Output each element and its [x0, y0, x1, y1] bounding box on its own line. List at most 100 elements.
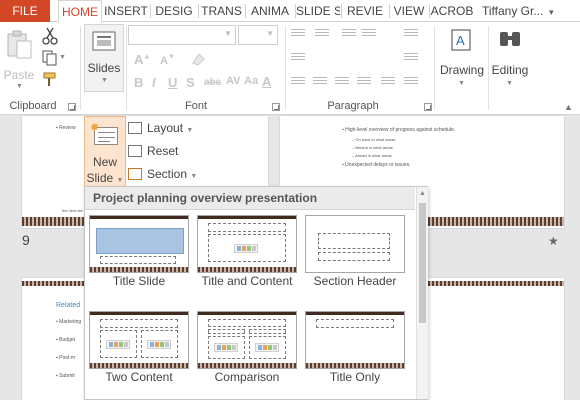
text-direction-icon[interactable] [404, 29, 418, 40]
font-launcher-icon[interactable] [272, 103, 280, 111]
tab-transitions[interactable]: TRANS [199, 0, 244, 22]
tab-design[interactable]: DESIG [151, 0, 197, 22]
chevron-down-icon: ▼ [186, 127, 194, 134]
title-placeholder [208, 319, 286, 327]
font-size-up-icon[interactable]: A▲ [134, 52, 150, 67]
scrollbar-thumb[interactable] [419, 203, 426, 323]
collapse-ribbon-icon[interactable]: ▲ [564, 102, 573, 112]
copy-button[interactable]: ▼ [42, 50, 66, 66]
character-spacing-button[interactable]: AV [226, 75, 240, 87]
chevron-down-icon: ▼ [16, 83, 23, 90]
justify-icon[interactable] [357, 77, 371, 88]
paste-icon [7, 30, 32, 59]
tile-bottom-bar [90, 267, 188, 272]
clear-formatting-icon[interactable] [190, 51, 206, 70]
user-name: Tiffany Gr... [482, 4, 544, 18]
layout-comparison[interactable] [197, 311, 297, 369]
slides-icon [92, 31, 116, 51]
ribbon-tab-bar: FILE HOME INSERT DESIG TRANS ANIMA SLIDE… [0, 0, 580, 23]
slide-bullet: – On track in what areas [352, 137, 396, 142]
slide-heading: Related [56, 302, 81, 309]
slides-label: Slides [87, 61, 121, 75]
cut-button[interactable] [42, 27, 60, 45]
slide-bullet: ▪ Submit [56, 373, 75, 379]
italic-button[interactable]: I [152, 75, 156, 90]
ribbon-home: Paste ▼ ▼ Clipboard Slides ▼ ▼ ▼ A▲ A▼ B… [0, 22, 580, 115]
line-spacing-icon[interactable] [291, 53, 305, 64]
layout-gallery: Project planning overview presentation ▲… [84, 186, 428, 400]
layout-label: Comparison [214, 370, 280, 384]
drawing-button[interactable]: A Drawing ▼ [438, 26, 486, 92]
slide-stripe [428, 281, 564, 286]
layout-title-slide[interactable] [89, 215, 189, 273]
paste-label: Paste [3, 68, 35, 82]
font-size-down-icon[interactable]: A▼ [160, 52, 175, 67]
chevron-down-icon: ▼ [224, 29, 232, 38]
tab-file[interactable]: FILE [0, 0, 50, 22]
tab-home[interactable]: HOME [58, 0, 102, 23]
layout-two-content[interactable] [89, 311, 189, 369]
layout-label: Two Content [105, 370, 173, 384]
heading-placeholder-left [208, 329, 245, 334]
align-text-icon[interactable] [404, 53, 418, 64]
tile-bottom-bar [90, 363, 188, 368]
editing-button[interactable]: Editing ▼ [490, 26, 530, 92]
gallery-scrollbar[interactable]: ▲ [416, 187, 428, 399]
font-group-label: Font [184, 100, 207, 112]
slide-footnote: the next ste [62, 208, 83, 213]
chevron-down-icon: ▼ [547, 8, 556, 17]
animation-star-icon: ★ [548, 234, 559, 248]
underline-button[interactable]: U [168, 75, 177, 90]
font-name-combo[interactable]: ▼ [128, 25, 236, 45]
editing-label: Editing [491, 63, 529, 77]
columns-icon[interactable] [381, 77, 395, 88]
change-case-button[interactable]: Aa [244, 75, 258, 87]
font-size-combo[interactable]: ▼ [238, 25, 278, 45]
slides-button[interactable]: Slides ▼ [84, 24, 124, 92]
drawing-label: Drawing [439, 63, 484, 77]
increase-indent-icon[interactable] [362, 29, 376, 40]
clipboard-group-label: Clipboard [9, 100, 57, 112]
chevron-down-icon: ▼ [116, 177, 124, 184]
copy-icon [42, 50, 57, 66]
shapes-icon: A [451, 29, 471, 51]
content-icons [214, 343, 238, 352]
decrease-indent-icon[interactable] [342, 29, 356, 40]
tile-top-bar [306, 312, 404, 315]
align-right-icon[interactable] [335, 77, 349, 88]
slide-bullet: ▪ Post-m [56, 355, 76, 361]
align-center-icon[interactable] [313, 77, 327, 88]
tab-view[interactable]: VIEW [390, 0, 428, 22]
slide-thumbnail-11[interactable] [428, 278, 564, 400]
tab-review[interactable]: REVIE [342, 0, 388, 22]
smartart-icon[interactable] [404, 77, 418, 88]
user-account-menu[interactable]: Tiffany Gr... ▼ [482, 0, 555, 22]
tile-top-bar [90, 216, 188, 219]
bold-button[interactable]: B [134, 75, 143, 90]
numbering-icon[interactable] [315, 29, 329, 40]
section-icon [128, 168, 142, 180]
layout-title-only[interactable] [305, 311, 405, 369]
title-placeholder [208, 223, 286, 232]
scroll-up-icon[interactable]: ▲ [419, 190, 426, 197]
font-color-button[interactable]: A [262, 74, 271, 89]
format-painter-button[interactable] [42, 72, 60, 88]
slide-bullet: – Ahead in what areas [352, 153, 392, 158]
slide-number: 9 [22, 232, 30, 248]
paste-button[interactable]: Paste ▼ [3, 28, 35, 90]
shadow-button[interactable]: S [186, 75, 195, 90]
tab-slide-show[interactable]: SLIDE S [296, 0, 340, 22]
paragraph-launcher-icon[interactable] [424, 103, 432, 111]
tab-acrobat[interactable]: ACROB [430, 0, 474, 22]
bullets-icon[interactable] [291, 29, 305, 40]
clipboard-launcher-icon[interactable] [68, 103, 76, 111]
layout-title-and-content[interactable] [197, 215, 297, 273]
layout-section-header[interactable] [305, 215, 405, 273]
tab-animations[interactable]: ANIMA [246, 0, 294, 22]
chevron-down-icon: ▼ [190, 173, 198, 180]
strikethrough-button[interactable]: abc [204, 77, 221, 88]
slide-thumbnail-10-lower[interactable]: Related ▪ Marketing ▪ Budget ▪ Post-m ▪ … [22, 278, 84, 400]
align-left-icon[interactable] [291, 77, 305, 88]
tab-insert[interactable]: INSERT [103, 0, 149, 22]
new-slide-button[interactable]: ✸ New Slide ▼ [84, 116, 126, 188]
